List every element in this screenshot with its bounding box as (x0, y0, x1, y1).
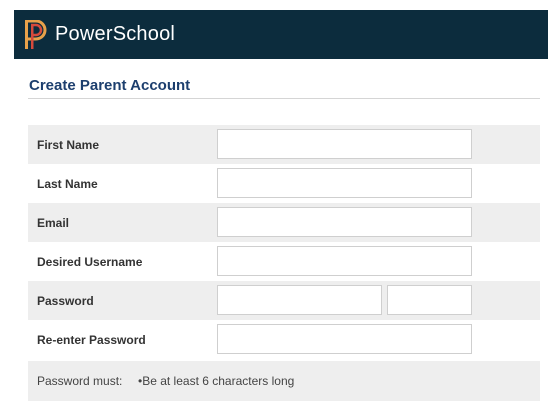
password-rule-item: •Be at least 6 characters long (138, 374, 295, 388)
brand-name: PowerSchool (55, 23, 176, 45)
password-input[interactable] (217, 285, 382, 315)
password-label: Password (37, 294, 94, 308)
first-name-label: First Name (37, 138, 100, 152)
username-label: Desired Username (37, 255, 143, 269)
password-rules: Password must: •Be at least 6 characters… (28, 361, 540, 401)
title-divider (28, 98, 540, 99)
email-input[interactable] (217, 207, 472, 237)
reenter-password-input[interactable] (217, 324, 472, 354)
last-name-label: Last Name (37, 177, 98, 191)
email-label: Email (37, 216, 70, 230)
page-title: Create Parent Account (29, 77, 191, 94)
first-name-row: First Name (28, 125, 540, 164)
powerschool-logo-icon (25, 20, 47, 49)
password-row: Password (28, 281, 540, 320)
reenter-password-row: Re-enter Password (28, 320, 540, 359)
password-strength-box (387, 285, 472, 315)
password-rules-label: Password must: (37, 374, 123, 388)
first-name-input[interactable] (217, 129, 472, 159)
app-header: PowerSchool (14, 10, 548, 59)
left-margin (0, 59, 14, 409)
username-input[interactable] (217, 246, 472, 276)
username-row: Desired Username (28, 242, 540, 281)
top-band (0, 0, 548, 10)
last-name-row: Last Name (28, 164, 540, 203)
create-account-form: First Name Last Name Email Desired Usern… (28, 125, 540, 401)
email-row: Email (28, 203, 540, 242)
reenter-password-label: Re-enter Password (37, 333, 146, 347)
last-name-input[interactable] (217, 168, 472, 198)
